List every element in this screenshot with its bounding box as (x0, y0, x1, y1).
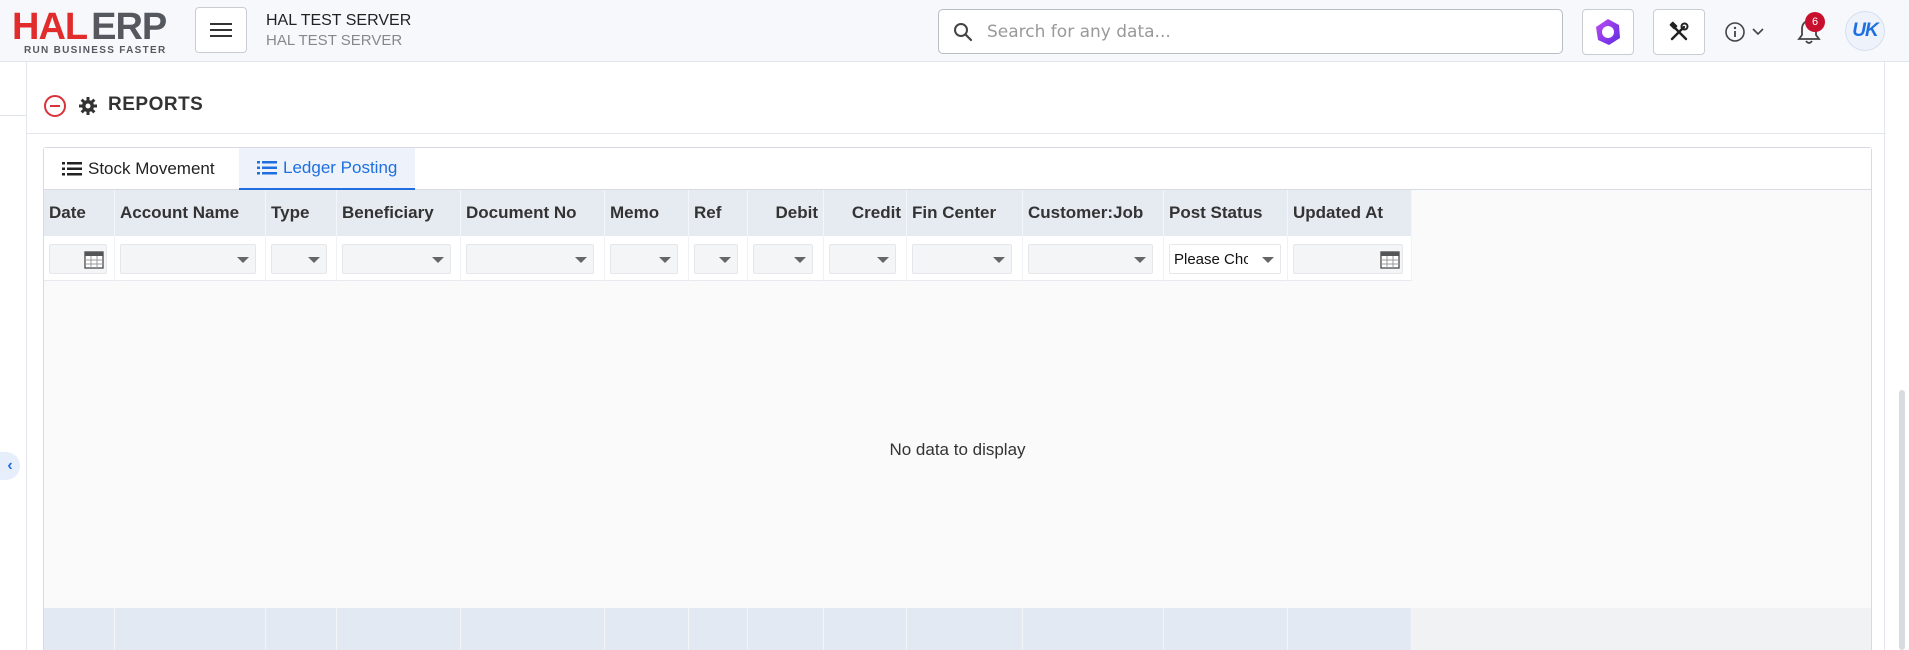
footer-cell (1164, 608, 1288, 650)
post-status-value: Please Choose (1174, 251, 1248, 268)
tab-label: Ledger Posting (283, 158, 398, 177)
divider (0, 115, 26, 116)
footer-cell (44, 608, 115, 650)
column-header-customer-job[interactable]: Customer:Job (1023, 190, 1164, 236)
footer-cell (115, 608, 266, 650)
date-filter[interactable] (49, 244, 107, 274)
column-header-document-no[interactable]: Document No (461, 190, 605, 236)
ref-filter[interactable] (694, 244, 738, 274)
grid-header-row: Date Account Name Type Beneficiary Docum… (44, 190, 1412, 236)
user-avatar[interactable]: UK (1845, 11, 1885, 51)
section-title: REPORTS (108, 94, 204, 115)
column-header-type[interactable]: Type (266, 190, 337, 236)
beneficiary-filter[interactable] (342, 244, 451, 274)
chevron-left-icon: ‹ (7, 457, 13, 474)
dropdown-arrow-icon (432, 257, 444, 263)
dropdown-arrow-icon (237, 257, 249, 263)
chevron-down-icon (1752, 28, 1764, 36)
logo-accent: ERP (91, 6, 167, 48)
sidebar-expand-button[interactable]: ‹ (0, 452, 20, 480)
column-header-fin-center[interactable]: Fin Center (907, 190, 1023, 236)
server-subtitle: HAL TEST SERVER (266, 32, 403, 49)
reports-panel: REPORTS Stock Movement Ledger Posting Da… (26, 62, 1886, 650)
logo-main: HAL (12, 6, 88, 48)
hamburger-icon (210, 19, 232, 41)
tab-ledger-posting[interactable]: Ledger Posting (239, 148, 416, 190)
type-filter[interactable] (271, 244, 327, 274)
tab-label: Stock Movement (88, 159, 215, 178)
account-name-filter[interactable] (120, 244, 256, 274)
footer-cell (337, 608, 461, 650)
ai-assistant-button[interactable] (1582, 9, 1634, 55)
dropdown-arrow-icon (993, 257, 1005, 263)
report-tabs: Stock Movement Ledger Posting (44, 148, 1871, 190)
column-header-date[interactable]: Date (44, 190, 115, 236)
server-title: HAL TEST SERVER (266, 12, 412, 29)
fin-center-filter[interactable] (912, 244, 1012, 274)
ai-orb-icon (1596, 19, 1620, 45)
calendar-icon[interactable] (84, 249, 104, 269)
section-header: REPORTS (27, 92, 1886, 134)
list-icon (257, 161, 277, 175)
tools-button[interactable] (1653, 9, 1705, 55)
dropdown-arrow-icon (1134, 257, 1146, 263)
calendar-icon[interactable] (1380, 249, 1400, 269)
document-no-filter[interactable] (466, 244, 594, 274)
dropdown-arrow-icon (659, 257, 671, 263)
list-icon (62, 162, 82, 176)
memo-filter[interactable] (610, 244, 678, 274)
column-header-beneficiary[interactable]: Beneficiary (337, 190, 461, 236)
footer-cell (1023, 608, 1164, 650)
updated-at-filter[interactable] (1293, 244, 1403, 274)
report-grid: Stock Movement Ledger Posting Date Accou… (43, 147, 1872, 650)
dropdown-arrow-icon (794, 257, 806, 263)
tab-stock-movement[interactable]: Stock Movement (44, 148, 233, 190)
credit-filter[interactable] (829, 244, 896, 274)
footer-cell (748, 608, 824, 650)
debit-filter[interactable] (753, 244, 813, 274)
grid-filter-row: Please Choose (44, 236, 1412, 281)
dropdown-arrow-icon (1262, 257, 1274, 263)
server-info: HAL TEST SERVER HAL TEST SERVER (266, 11, 411, 51)
search-icon (954, 23, 973, 42)
collapse-section-icon[interactable] (44, 95, 66, 117)
footer-cell (1288, 608, 1412, 650)
app-logo[interactable]: HAL ERP RUN BUSINESS FASTER (12, 6, 180, 56)
info-icon (1725, 22, 1745, 42)
column-header-ref[interactable]: Ref (689, 190, 748, 236)
column-header-credit[interactable]: Credit (824, 190, 907, 236)
customer-job-filter[interactable] (1028, 244, 1153, 274)
tools-icon (1669, 21, 1689, 41)
dropdown-arrow-icon (877, 257, 889, 263)
top-bar: HAL ERP RUN BUSINESS FASTER HAL TEST SERV… (0, 0, 1909, 62)
footer-cell (689, 608, 748, 650)
page-scrollbar[interactable] (1899, 390, 1905, 650)
footer-cell (461, 608, 605, 650)
footer-cell (907, 608, 1023, 650)
dropdown-arrow-icon (719, 257, 731, 263)
global-search (938, 9, 1563, 54)
notification-badge: 6 (1805, 12, 1825, 32)
dropdown-arrow-icon (308, 257, 320, 263)
column-header-memo[interactable]: Memo (605, 190, 689, 236)
footer-cell (605, 608, 689, 650)
search-input[interactable] (987, 10, 1547, 53)
empty-state-text: No data to display (889, 440, 1026, 459)
gear-icon (79, 97, 97, 115)
column-header-debit[interactable]: Debit (748, 190, 824, 236)
grid-footer-row (44, 608, 1871, 650)
main-menu-button[interactable] (195, 7, 247, 53)
column-header-post-status[interactable]: Post Status (1164, 190, 1288, 236)
footer-cell (266, 608, 337, 650)
help-menu[interactable] (1724, 20, 1770, 44)
dropdown-arrow-icon (575, 257, 587, 263)
column-header-updated-at[interactable]: Updated At (1288, 190, 1412, 236)
post-status-filter[interactable]: Please Choose (1169, 244, 1281, 274)
footer-cell (824, 608, 907, 650)
column-header-account-name[interactable]: Account Name (115, 190, 266, 236)
logo-tagline: RUN BUSINESS FASTER (24, 45, 167, 56)
